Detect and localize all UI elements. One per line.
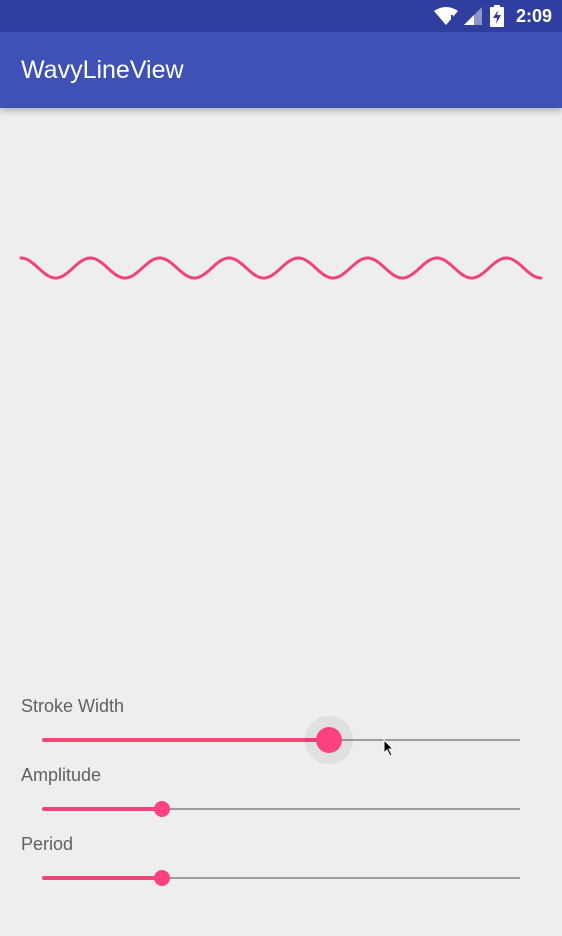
wavy-line <box>19 256 543 280</box>
status-bar: 2:09 <box>0 0 562 32</box>
stroke-width-label: Stroke Width <box>21 696 125 716</box>
app-title: WavyLineView <box>21 56 184 84</box>
slider-thumb[interactable] <box>153 801 170 817</box>
slider-fill <box>42 738 329 742</box>
battery-charging-icon <box>489 5 504 27</box>
period-slider[interactable] <box>42 863 520 893</box>
signal-icon <box>463 6 484 26</box>
slider-thumb[interactable] <box>315 727 342 753</box>
amplitude-slider[interactable] <box>42 794 520 824</box>
app-bar: WavyLineView <box>0 32 562 108</box>
wifi-icon <box>433 6 458 26</box>
slider-fill <box>42 807 162 811</box>
wave-canvas <box>19 256 543 280</box>
status-icons: 2:09 <box>433 0 552 32</box>
period-label: Period <box>21 834 74 854</box>
slider-thumb[interactable] <box>153 870 170 886</box>
clock: 2:09 <box>515 5 552 26</box>
mouse-cursor-icon <box>383 739 395 757</box>
stroke-width-slider[interactable] <box>42 725 520 755</box>
wavy-line-view <box>0 108 562 668</box>
amplitude-label: Amplitude <box>21 765 102 785</box>
slider-fill <box>42 876 162 880</box>
